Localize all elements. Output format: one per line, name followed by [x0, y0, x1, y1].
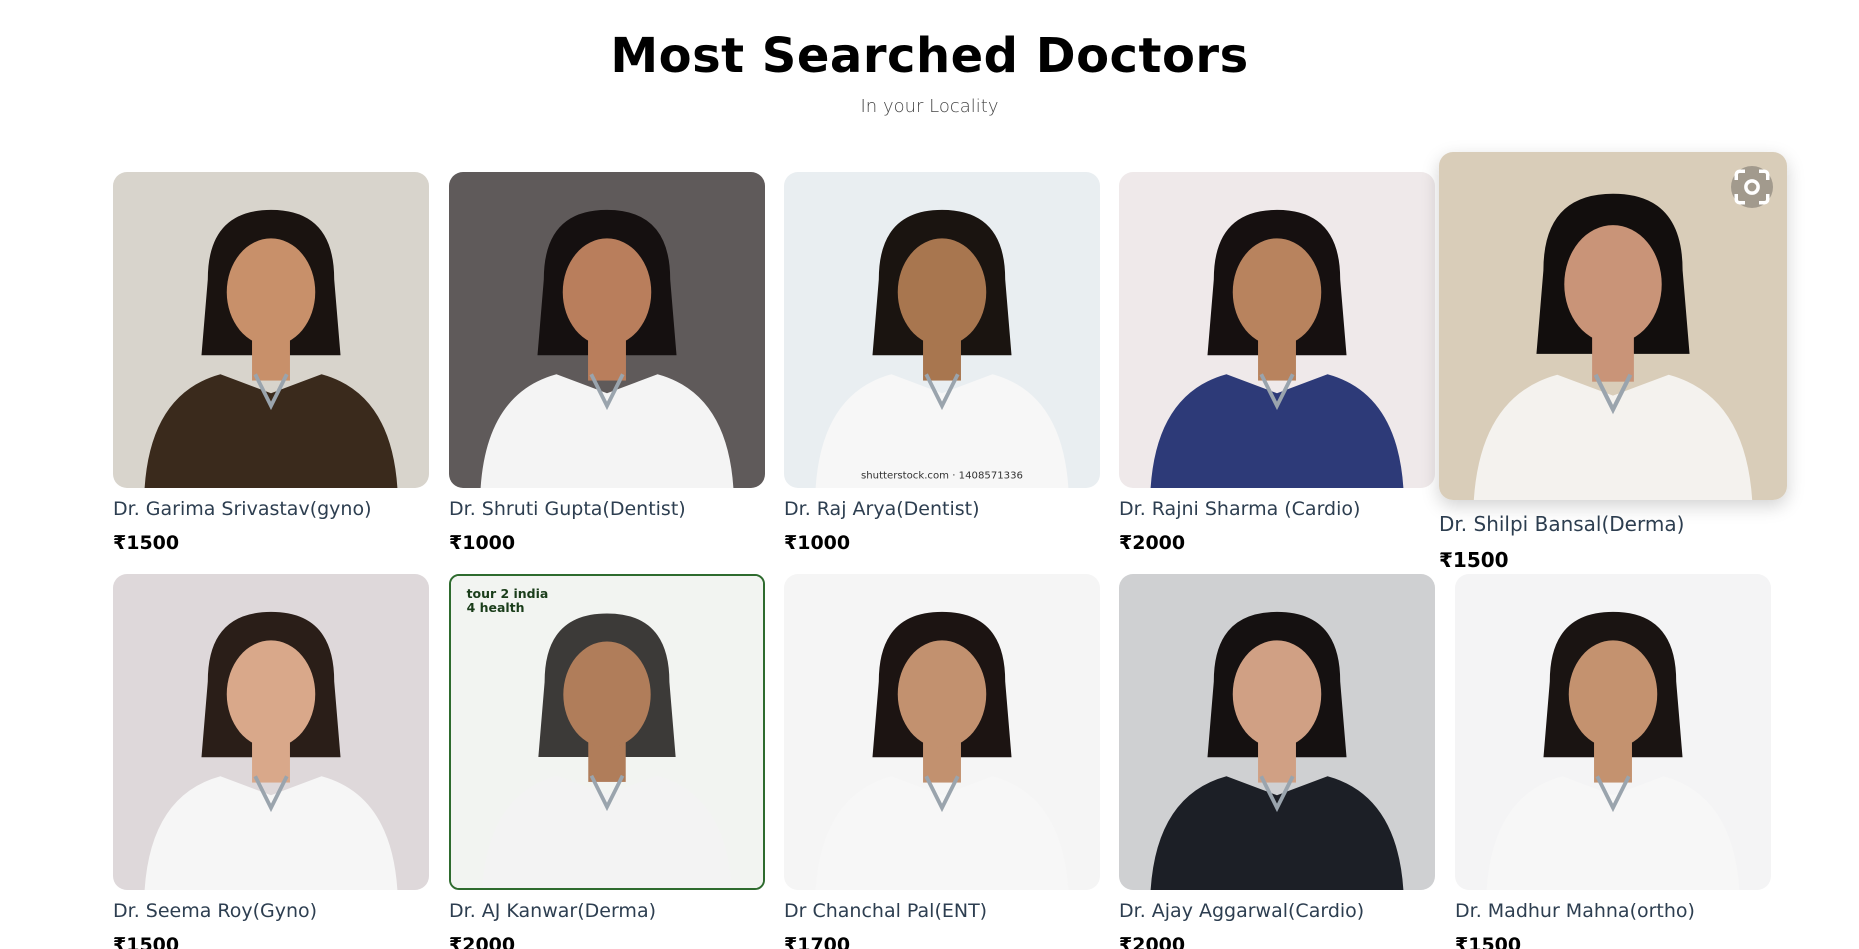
badge-text: tour 2 india: [467, 586, 549, 601]
face-shape: [226, 640, 316, 748]
doctor-name[interactable]: Dr. Garima Srivastav(gyno): [113, 498, 429, 520]
portrait-image: [113, 574, 429, 890]
doctor-card[interactable]: Dr. Rajni Sharma (Cardio) ₹2000: [1119, 172, 1435, 554]
doctor-photo[interactable]: [449, 172, 765, 488]
doctor-card[interactable]: Dr. Madhur Mahna(ortho) ₹1500: [1455, 574, 1771, 949]
doctor-photo[interactable]: [113, 172, 429, 488]
doctor-name[interactable]: Dr. Ajay Aggarwal(Cardio): [1119, 900, 1435, 922]
face-shape: [563, 641, 651, 748]
face-shape: [1232, 238, 1322, 346]
doctor-fee: ₹1000: [784, 532, 851, 554]
doctor-photo[interactable]: [1119, 172, 1435, 488]
portrait-image: tour 2 india4 health: [451, 576, 763, 888]
doctor-name[interactable]: Dr. Seema Roy(Gyno): [113, 900, 429, 922]
doctor-name[interactable]: Dr Chanchal Pal(ENT): [784, 900, 1100, 922]
doctor-card-hovered[interactable]: Dr. Shilpi Bansal(Derma) ₹1500: [1439, 152, 1787, 572]
portrait-image: [1119, 172, 1435, 488]
face-shape: [1232, 640, 1322, 748]
doctor-fee: ₹1000: [449, 532, 516, 554]
doctor-photo[interactable]: tour 2 india 4 health: [449, 574, 765, 890]
doctor-photo[interactable]: shutterstock.com · 1408571336: [784, 172, 1100, 488]
watermark-text: shutterstock.com · 1408571336: [861, 471, 1023, 482]
doctor-fee: ₹1700: [784, 934, 851, 949]
doctor-fee: ₹1500: [113, 532, 180, 554]
doctor-fee: ₹1500: [1439, 548, 1509, 572]
doctor-card[interactable]: Dr. Garima Srivastav(gyno) ₹1500: [113, 172, 429, 554]
doctor-photo[interactable]: [1119, 574, 1435, 890]
doctor-card[interactable]: Dr Chanchal Pal(ENT) ₹1700: [784, 574, 1100, 949]
portrait-image: [1119, 574, 1435, 890]
doctor-fee: ₹1500: [1455, 934, 1522, 949]
doctor-name[interactable]: Dr. Shruti Gupta(Dentist): [449, 498, 765, 520]
portrait-image: [449, 172, 765, 488]
doctor-photo[interactable]: [1455, 574, 1771, 890]
face-shape: [897, 238, 987, 346]
doctor-card[interactable]: Dr. Ajay Aggarwal(Cardio) ₹2000: [1119, 574, 1435, 949]
face-shape: [1564, 225, 1662, 344]
doctor-name[interactable]: Dr. Shilpi Bansal(Derma): [1439, 512, 1787, 536]
google-lens-icon[interactable]: [1731, 166, 1773, 208]
page-subtitle: In your Locality: [860, 96, 999, 117]
doctor-photo[interactable]: [1439, 152, 1787, 500]
portrait-image: [113, 172, 429, 488]
face-shape: [562, 238, 652, 346]
face-shape: [897, 640, 987, 748]
doctor-name[interactable]: Dr. Madhur Mahna(ortho): [1455, 900, 1771, 922]
portrait-image: [784, 574, 1100, 890]
badge-text: 4 health: [467, 600, 525, 615]
doctor-name[interactable]: Dr. Rajni Sharma (Cardio): [1119, 498, 1435, 520]
doctor-fee: ₹1500: [113, 934, 180, 949]
doctor-card[interactable]: Dr. Seema Roy(Gyno) ₹1500: [113, 574, 429, 949]
doctor-card[interactable]: tour 2 india 4 health Dr. AJ Kanwar(Derma…: [449, 574, 765, 949]
doctor-card[interactable]: Dr. Shruti Gupta(Dentist) ₹1000: [449, 172, 765, 554]
doctor-card[interactable]: shutterstock.com · 1408571336 Dr. Raj Ar…: [784, 172, 1100, 554]
portrait-image: shutterstock.com · 1408571336: [784, 172, 1100, 488]
doctor-fee: ₹2000: [1119, 532, 1186, 554]
face-shape: [226, 238, 316, 346]
face-shape: [1568, 640, 1658, 748]
doctor-photo[interactable]: [784, 574, 1100, 890]
page-title: Most Searched Doctors: [610, 28, 1249, 84]
doctor-name[interactable]: Dr. AJ Kanwar(Derma): [449, 900, 765, 922]
doctor-fee: ₹2000: [1119, 934, 1186, 949]
portrait-image: [1455, 574, 1771, 890]
doctor-photo[interactable]: [113, 574, 429, 890]
doctor-name[interactable]: Dr. Raj Arya(Dentist): [784, 498, 1100, 520]
doctor-fee: ₹2000: [449, 934, 516, 949]
